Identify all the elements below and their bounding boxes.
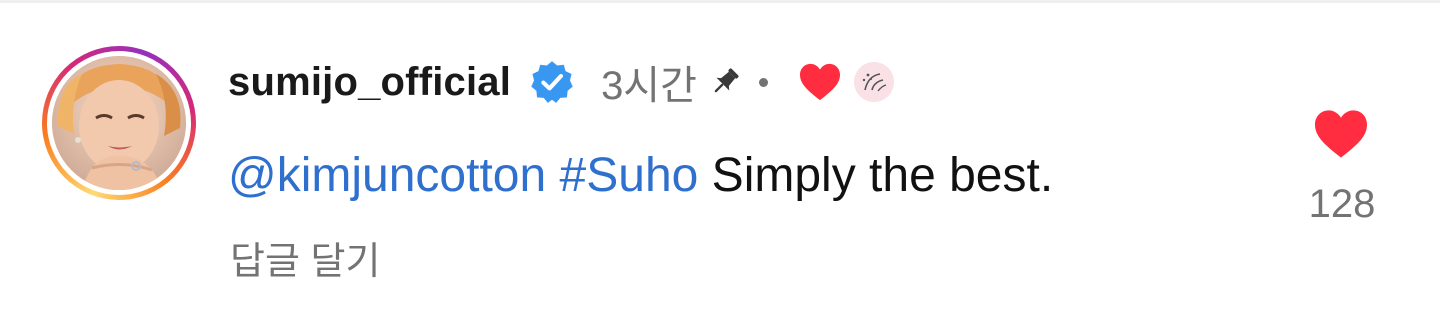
like-heart-icon[interactable] — [1310, 104, 1372, 164]
reply-button[interactable]: 답글 달기 — [230, 230, 380, 285]
hashtag-link[interactable]: #Suho — [560, 149, 699, 202]
profile-avatar-story-ring[interactable] — [42, 46, 196, 200]
avatar — [52, 56, 186, 190]
like-count[interactable]: 128 — [1290, 182, 1394, 227]
comment-text: Simply the best. — [711, 149, 1054, 202]
top-divider — [0, 0, 1440, 3]
comment-body: @kimjuncotton #Suho Simply the best. — [228, 146, 1053, 206]
comment-header: sumijo_official 3시간 — [228, 52, 894, 112]
avatar-photo — [52, 56, 186, 190]
creator-liked-heart-icon — [798, 60, 842, 104]
comment-timestamp: 3시간 — [601, 64, 697, 108]
pin-icon — [705, 62, 745, 102]
separator-dot — [758, 77, 768, 87]
username-link[interactable]: sumijo_official — [228, 60, 511, 105]
creator-avatar — [853, 62, 894, 102]
mention-link[interactable]: @kimjuncotton — [228, 149, 546, 202]
verified-badge-icon — [529, 59, 575, 105]
